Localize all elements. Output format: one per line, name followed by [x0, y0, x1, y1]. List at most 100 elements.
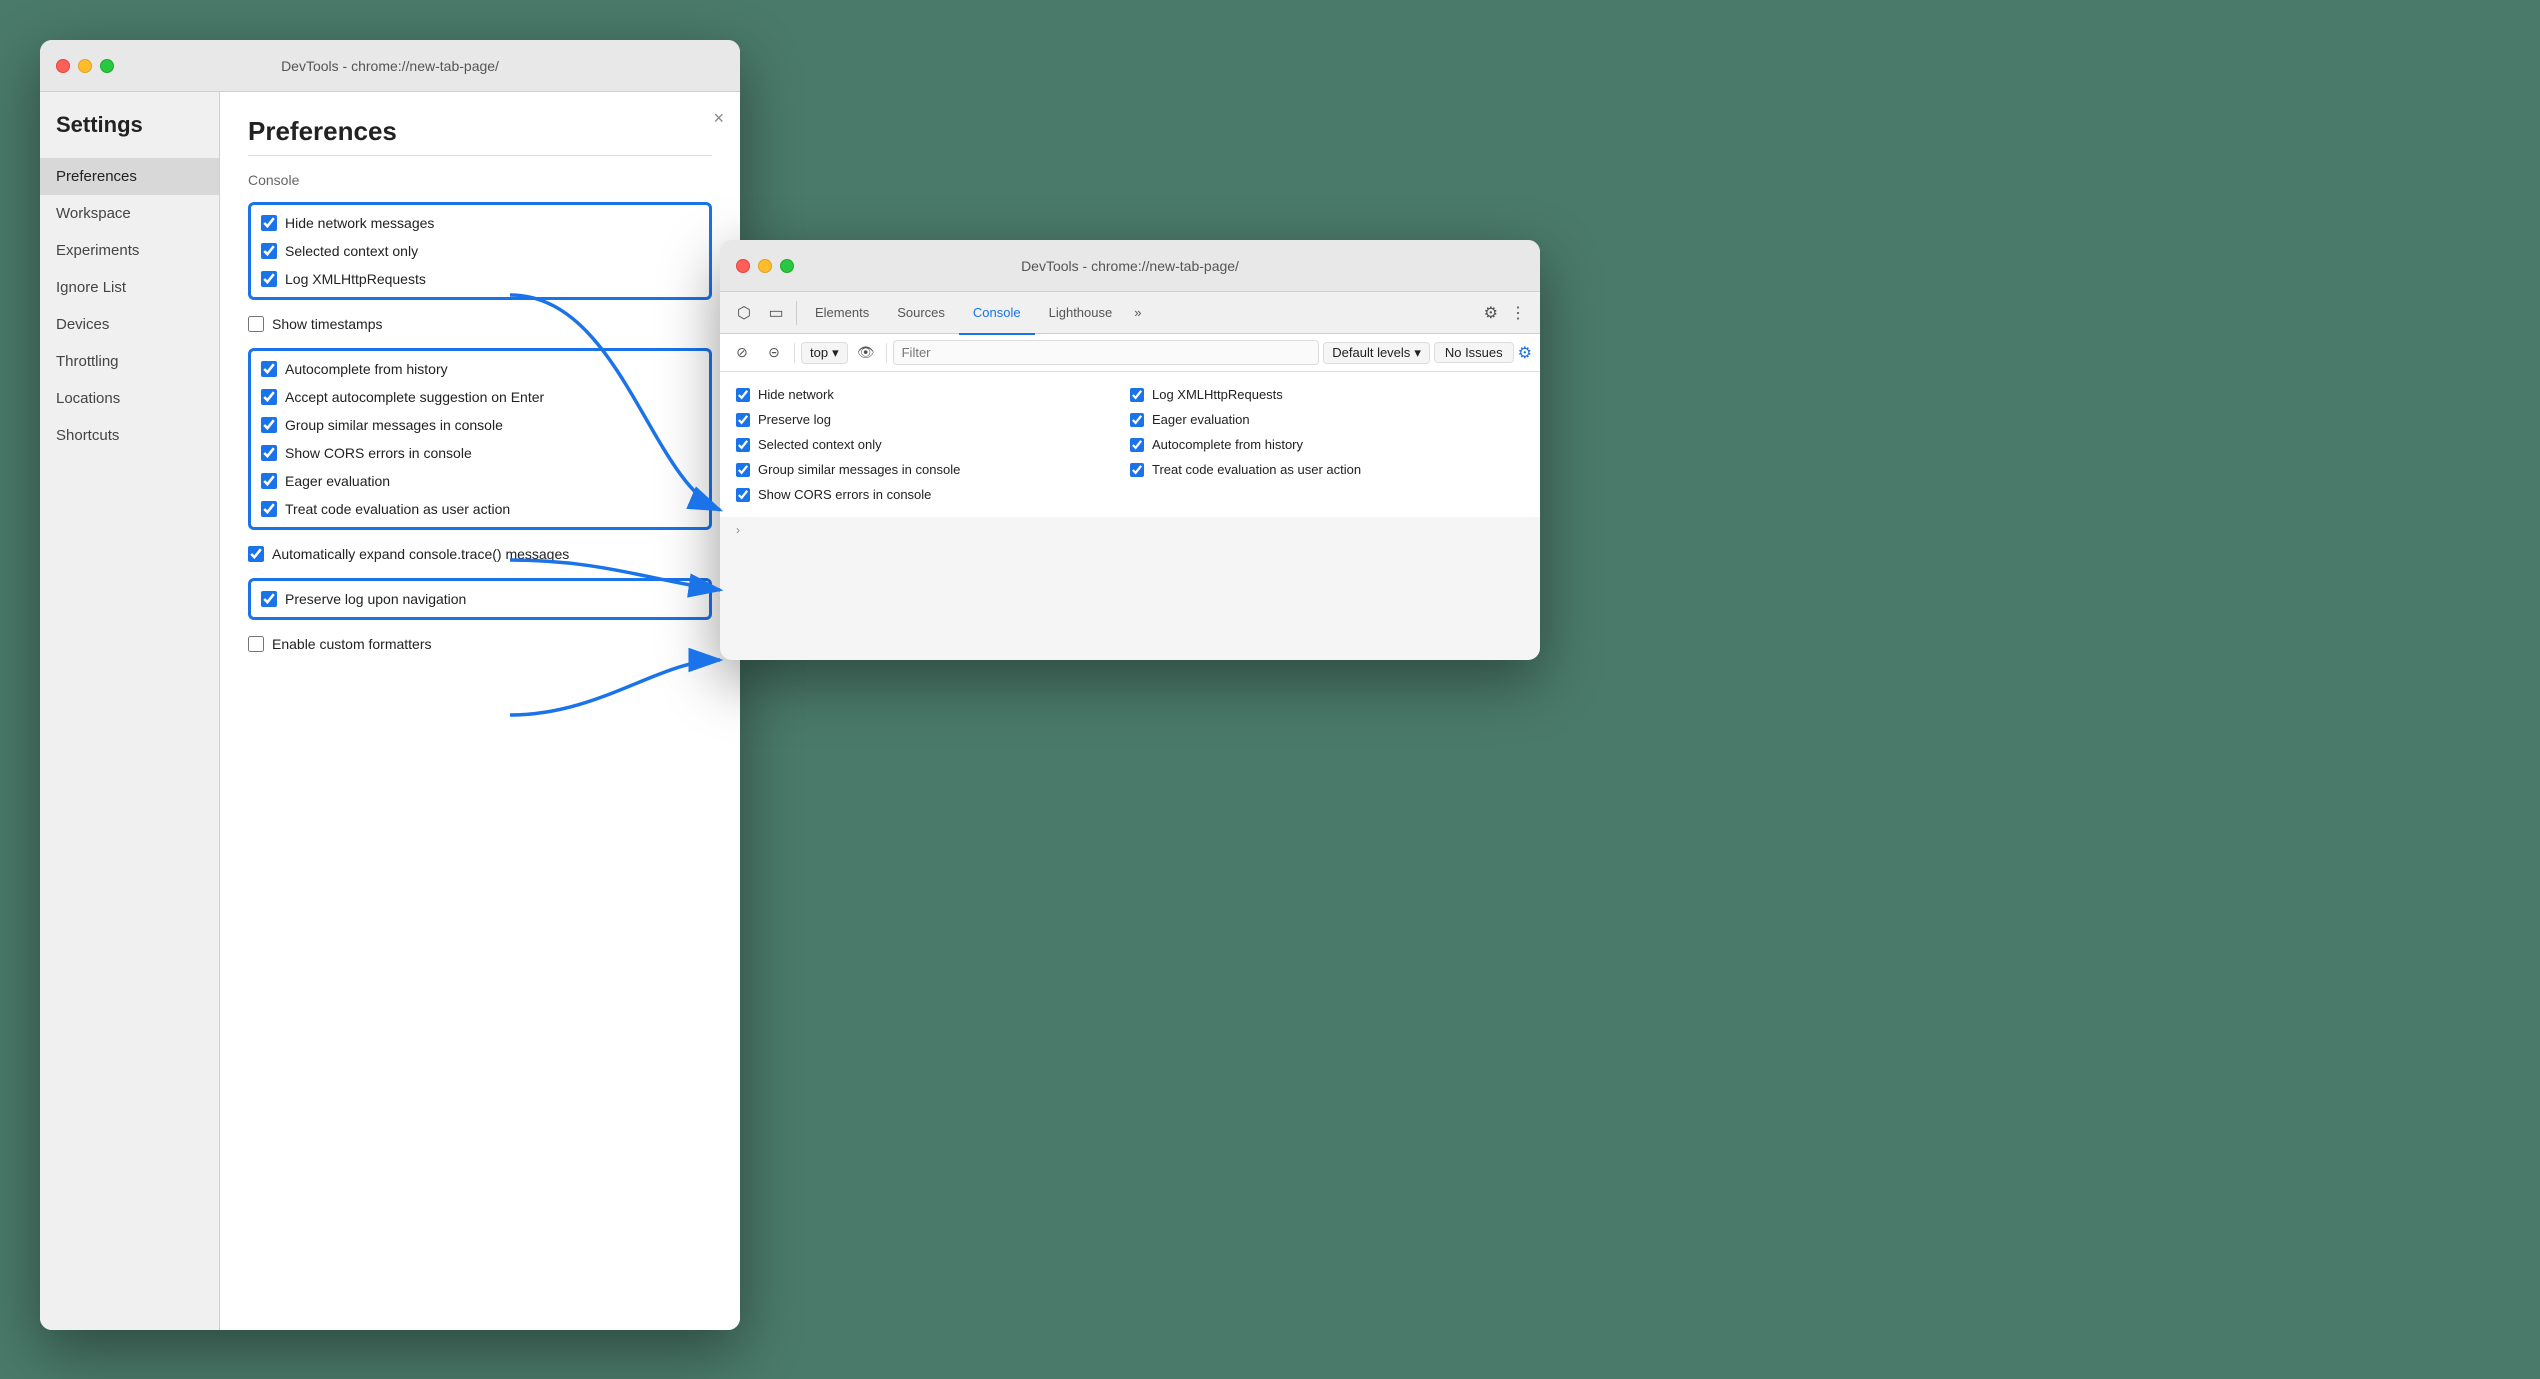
device-icon[interactable]: ▭ [760, 297, 792, 329]
checkbox-timestamps-label: Show timestamps [272, 316, 382, 332]
inspect-icon[interactable]: ⬡ [728, 297, 760, 329]
checkbox-cors-errors-label: Show CORS errors in console [285, 445, 472, 461]
console-toolbar: ⊘ ⊝ top ▾ 👁 Default levels ▾ No Issues ⚙ [720, 334, 1540, 372]
console-label-preserve-log: Preserve log [758, 412, 831, 427]
console-label-autocomplete: Autocomplete from history [1152, 437, 1303, 452]
checkbox-eager-eval: Eager evaluation [261, 467, 699, 495]
sidebar-item-locations[interactable]: Locations [40, 380, 219, 417]
tab-sources[interactable]: Sources [883, 293, 959, 335]
prompt-chevron: › [736, 523, 740, 537]
maximize-traffic-right[interactable] [780, 259, 794, 273]
console-col1: Hide network Preserve log Selected conte… [736, 382, 1130, 507]
checkbox-custom-formatters: Enable custom formatters [248, 630, 712, 658]
context-selector[interactable]: top ▾ [801, 342, 848, 364]
checkbox-expand-trace-input[interactable] [248, 546, 264, 562]
checkbox-treat-code-eval-input[interactable] [261, 501, 277, 517]
console-checkbox-preserve-log[interactable] [736, 413, 750, 427]
sidebar-item-preferences[interactable]: Preferences [40, 158, 219, 195]
maximize-traffic-light[interactable] [100, 59, 114, 73]
sidebar-item-workspace[interactable]: Workspace [40, 195, 219, 232]
console-item-hide-network: Hide network [736, 382, 1130, 407]
group2-box: Autocomplete from history Accept autocom… [248, 348, 712, 530]
context-selector-arrow: ▾ [832, 345, 839, 361]
clear-console-icon[interactable]: ⊘ [728, 339, 756, 367]
titlebar-title-right: DevTools - chrome://new-tab-page/ [1021, 258, 1239, 274]
titlebar-left: DevTools - chrome://new-tab-page/ [40, 40, 740, 92]
devtools-window: DevTools - chrome://new-tab-page/ ⬡ ▭ El… [720, 240, 1540, 660]
issues-label: No Issues [1445, 345, 1503, 360]
more-menu-icon[interactable]: ⋮ [1504, 303, 1532, 323]
console-checkbox-cors[interactable] [736, 488, 750, 502]
checkbox-selected-context-input[interactable] [261, 243, 277, 259]
sidebar-item-devices[interactable]: Devices [40, 306, 219, 343]
tab-lighthouse[interactable]: Lighthouse [1035, 293, 1127, 335]
toolbar-divider-2 [886, 343, 887, 363]
sidebar-item-experiments[interactable]: Experiments [40, 232, 219, 269]
titlebar-right: DevTools - chrome://new-tab-page/ [720, 240, 1540, 292]
console-label-hide-network: Hide network [758, 387, 834, 402]
checkbox-log-xml: Log XMLHttpRequests [261, 265, 699, 293]
filter-icon[interactable]: ⊝ [760, 339, 788, 367]
console-checkbox-selected-context[interactable] [736, 438, 750, 452]
checkbox-timestamps: Show timestamps [248, 310, 712, 338]
checkbox-hide-network-input[interactable] [261, 215, 277, 231]
minimize-traffic-right[interactable] [758, 259, 772, 273]
group1-box: Hide network messages Selected context o… [248, 202, 712, 300]
console-label-treat-code: Treat code evaluation as user action [1152, 462, 1361, 477]
devtools-tabs-bar: ⬡ ▭ Elements Sources Console Lighthouse … [720, 292, 1540, 334]
console-content: Hide network Preserve log Selected conte… [720, 372, 1540, 517]
console-checkbox-autocomplete[interactable] [1130, 438, 1144, 452]
close-traffic-right[interactable] [736, 259, 750, 273]
console-item-eager-eval: Eager evaluation [1130, 407, 1524, 432]
levels-arrow: ▾ [1414, 345, 1421, 361]
checkbox-preserve-log-input[interactable] [261, 591, 277, 607]
console-checkbox-eager-eval[interactable] [1130, 413, 1144, 427]
close-button[interactable]: × [713, 108, 724, 129]
tab-elements[interactable]: Elements [801, 293, 883, 335]
checkbox-group-similar: Group similar messages in console [261, 411, 699, 439]
filter-input[interactable] [893, 340, 1320, 365]
console-checkbox-hide-network[interactable] [736, 388, 750, 402]
checkbox-timestamps-input[interactable] [248, 316, 264, 332]
console-label-group-similar: Group similar messages in console [758, 462, 960, 477]
sidebar-item-throttling[interactable]: Throttling [40, 343, 219, 380]
sidebar-item-shortcuts[interactable]: Shortcuts [40, 417, 219, 454]
console-checkbox-treat-code[interactable] [1130, 463, 1144, 477]
checkbox-autocomplete-history-input[interactable] [261, 361, 277, 377]
console-item-cors: Show CORS errors in console [736, 482, 1130, 507]
checkbox-log-xml-input[interactable] [261, 271, 277, 287]
checkbox-accept-autocomplete-input[interactable] [261, 389, 277, 405]
console-item-preserve-log: Preserve log [736, 407, 1130, 432]
console-item-log-xml: Log XMLHttpRequests [1130, 382, 1524, 407]
close-traffic-light[interactable] [56, 59, 70, 73]
console-col2: Log XMLHttpRequests Eager evaluation Aut… [1130, 382, 1524, 507]
checkbox-accept-autocomplete: Accept autocomplete suggestion on Enter [261, 383, 699, 411]
console-gear-icon[interactable]: ⚙ [1518, 343, 1532, 363]
checkbox-custom-formatters-input[interactable] [248, 636, 264, 652]
settings-gear-icon[interactable]: ⚙ [1478, 303, 1504, 323]
eye-icon[interactable]: 👁 [852, 339, 880, 367]
console-item-treat-code: Treat code evaluation as user action [1130, 457, 1524, 482]
minimize-traffic-light[interactable] [78, 59, 92, 73]
checkbox-accept-autocomplete-label: Accept autocomplete suggestion on Enter [285, 389, 544, 405]
console-item-group-similar: Group similar messages in console [736, 457, 1130, 482]
console-checkbox-group-similar[interactable] [736, 463, 750, 477]
console-item-autocomplete: Autocomplete from history [1130, 432, 1524, 457]
tab-more[interactable]: » [1126, 305, 1149, 320]
console-label-log-xml: Log XMLHttpRequests [1152, 387, 1283, 402]
issues-button[interactable]: No Issues [1434, 342, 1514, 363]
checkbox-eager-eval-input[interactable] [261, 473, 277, 489]
checkbox-cors-errors-input[interactable] [261, 445, 277, 461]
checkbox-group-similar-input[interactable] [261, 417, 277, 433]
tab-divider [796, 301, 797, 325]
tab-console[interactable]: Console [959, 293, 1035, 335]
checkbox-treat-code-eval-label: Treat code evaluation as user action [285, 501, 510, 517]
sidebar-item-ignore-list[interactable]: Ignore List [40, 269, 219, 306]
checkbox-group-similar-label: Group similar messages in console [285, 417, 503, 433]
console-checkbox-log-xml[interactable] [1130, 388, 1144, 402]
console-prompt[interactable]: › [720, 517, 1540, 543]
console-section-label: Console [248, 172, 712, 188]
levels-button[interactable]: Default levels ▾ [1323, 342, 1430, 364]
checkbox-custom-formatters-label: Enable custom formatters [272, 636, 432, 652]
checkbox-hide-network-label: Hide network messages [285, 215, 434, 231]
